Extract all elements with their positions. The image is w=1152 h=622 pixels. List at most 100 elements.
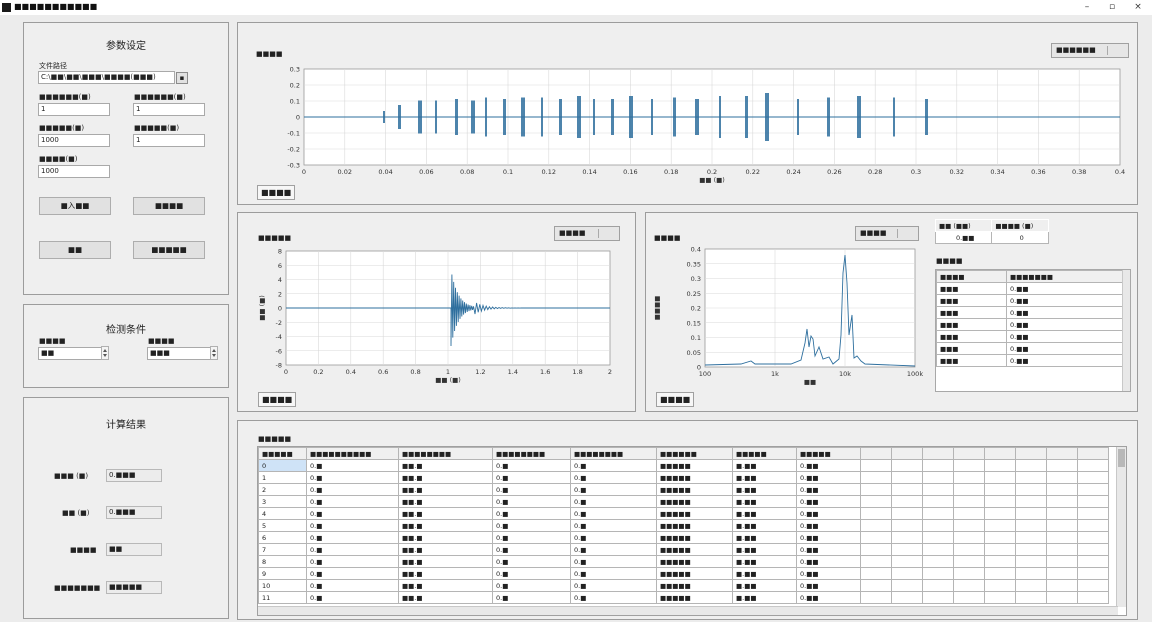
data-table-cell-empty: [922, 579, 954, 592]
data-table-cell: 0.■: [492, 519, 571, 532]
data-table-cell: 0.■: [492, 567, 571, 580]
detect-select-1[interactable]: ■■: [38, 347, 102, 360]
waveform-legend[interactable]: ■■■■■■: [1051, 43, 1129, 58]
detect-label-1: ■■■■: [39, 337, 66, 345]
f2-input[interactable]: 1: [133, 103, 205, 116]
export-button[interactable]: ■■■■■: [133, 241, 205, 259]
run-button[interactable]: ■■: [39, 241, 111, 259]
data-table-row[interactable]: 8 0.■ ■■.■ 0.■ 0.■ ■■■■■ ■.■■ 0.■■: [258, 555, 1109, 568]
peak-info-value-1[interactable]: 0.■■: [934, 231, 993, 244]
y-tick-label: 0.05: [687, 349, 701, 357]
peak-table-row[interactable]: ■■■ 0.■■: [936, 294, 1124, 307]
data-table-header[interactable]: ■■■■■■■■: [398, 447, 493, 460]
data-table-hscroll[interactable]: [258, 606, 1118, 615]
data-table-row[interactable]: 1 0.■ ■■.■ 0.■ 0.■ ■■■■■ ■.■■ 0.■■: [258, 471, 1109, 484]
data-table-cell-empty: [984, 507, 1016, 520]
segment-tab[interactable]: ■■■■: [258, 392, 297, 407]
minimize-button[interactable]: –: [1080, 1, 1094, 13]
data-table-row[interactable]: 9 0.■ ■■.■ 0.■ 0.■ ■■■■■ ■.■■ 0.■■: [258, 567, 1109, 580]
spectrum-legend[interactable]: ■■■■: [855, 226, 919, 241]
peak-table-row[interactable]: ■■■ 0.■■: [936, 330, 1124, 343]
data-table-header[interactable]: ■■■■■: [732, 447, 797, 460]
data-table-row[interactable]: 3 0.■ ■■.■ 0.■ 0.■ ■■■■■ ■.■■ 0.■■: [258, 495, 1109, 508]
close-button[interactable]: ×: [1131, 1, 1145, 13]
data-table-header[interactable]: ■■■■■■: [656, 447, 733, 460]
path-input[interactable]: C:\■■\■■\■■■\■■■■(■■■): [38, 71, 175, 84]
data-table-cell: 0.■■: [796, 495, 861, 508]
data-table-header[interactable]: ■■■■■: [258, 447, 307, 460]
data-table-row[interactable]: 4 0.■ ■■.■ 0.■ 0.■ ■■■■■ ■.■■ 0.■■: [258, 507, 1109, 520]
browse-button[interactable]: ▪: [176, 72, 188, 84]
data-table-row[interactable]: 2 0.■ ■■.■ 0.■ 0.■ ■■■■■ ■.■■ 0.■■: [258, 483, 1109, 496]
data-table-header[interactable]: ■■■■■■■■: [492, 447, 571, 460]
params-title: 参数设定: [106, 41, 146, 52]
data-table-cell-empty: [953, 567, 985, 580]
detect-spin-2[interactable]: [210, 346, 218, 360]
data-table-cell: 3: [258, 495, 307, 508]
data-table-row[interactable]: 7 0.■ ■■.■ 0.■ 0.■ ■■■■■ ■.■■ 0.■■: [258, 543, 1109, 556]
data-table-cell: ■■■■■: [656, 591, 733, 604]
data-table-header[interactable]: ■■■■■: [796, 447, 861, 460]
data-table-cell-empty: [860, 519, 892, 532]
f1-input[interactable]: 1: [38, 103, 110, 116]
detect-spin-1[interactable]: [101, 346, 109, 360]
peak-table-row[interactable]: ■■■ 0.■■: [936, 306, 1124, 319]
data-table-cell-empty: [891, 471, 923, 484]
peak-info-header-2: ■■■■ (■): [991, 219, 1049, 232]
data-table-cell: ■.■■: [732, 519, 797, 532]
data-table-cell: ■■.■: [398, 471, 493, 484]
data-table-cell: ■.■■: [732, 567, 797, 580]
data-table-cell: 5: [258, 519, 307, 532]
data-table-cell-empty: [1046, 507, 1078, 520]
data-table-row[interactable]: 6 0.■ ■■.■ 0.■ 0.■ ■■■■■ ■.■■ 0.■■: [258, 531, 1109, 544]
y-tick-label: 8: [278, 248, 282, 256]
data-table-header[interactable]: ■■■■■■■■: [570, 447, 657, 460]
data-table-cell-empty: [891, 579, 923, 592]
data-table-row[interactable]: 11 0.■ ■■.■ 0.■ 0.■ ■■■■■ ■.■■ 0.■■: [258, 591, 1109, 604]
signal-burst: [521, 97, 525, 137]
x-tick-label: 0.3: [911, 168, 921, 176]
peak-table: ■■■■ ■■■■■■■ ■■■ 0.■■ ■■■ 0.■■ ■■■ 0.■■ ■■■ 0.■■ ■…: [936, 270, 1124, 367]
segment-legend[interactable]: ■■■■: [554, 226, 620, 241]
waveform-title: ■■■■: [256, 50, 283, 58]
data-table-row[interactable]: 0 0.■ ■■.■ 0.■ 0.■ ■■■■■ ■.■■ 0.■■: [258, 459, 1109, 472]
detect-select-2[interactable]: ■■■: [147, 347, 211, 360]
peak-table-row[interactable]: ■■■ 0.■■: [936, 318, 1124, 331]
peak-table-cell: ■■■: [936, 282, 1007, 295]
data-table-row[interactable]: 10 0.■ ■■.■ 0.■ 0.■ ■■■■■ ■.■■ 0.■■: [258, 579, 1109, 592]
waveform-tab[interactable]: ■■■■: [257, 185, 296, 200]
data-table-frame: ■■■■■ ■■■■■■■■■■ ■■■■■■■■ ■■■■■■■■ ■■■■■■■■ ■…: [257, 446, 1127, 616]
signal-burst: [827, 97, 830, 137]
signal-burst: [745, 96, 748, 138]
f4-input[interactable]: 1: [133, 134, 205, 147]
peak-table-scrollbar[interactable]: [1122, 270, 1130, 391]
data-table-header-empty: [922, 447, 954, 460]
data-table-cell: 0.■: [306, 459, 399, 472]
restore-button[interactable]: ▫: [1105, 1, 1119, 13]
load-button[interactable]: ■入■■: [39, 197, 111, 215]
f5-input[interactable]: 1000: [38, 165, 110, 178]
x-tick-label: 0.38: [1072, 168, 1086, 176]
data-table-cell-empty: [1046, 531, 1078, 544]
data-table-cell-empty: [922, 507, 954, 520]
f3-input[interactable]: 1000: [38, 134, 110, 147]
data-table-cell: 0.■■: [796, 519, 861, 532]
data-table-cell: 0.■: [570, 531, 657, 544]
spectrum-tab[interactable]: ■■■■: [656, 392, 695, 407]
data-table-cell-empty: [953, 495, 985, 508]
x-tick-label: 0.4: [1115, 168, 1125, 176]
data-table-vscroll-thumb[interactable]: [1118, 449, 1125, 467]
data-table-header[interactable]: ■■■■■■■■■■: [306, 447, 399, 460]
data-table-row[interactable]: 5 0.■ ■■.■ 0.■ 0.■ ■■■■■ ■.■■ 0.■■: [258, 519, 1109, 532]
data-table-cell: 0.■: [570, 495, 657, 508]
analyze-button[interactable]: ■■■■: [133, 197, 205, 215]
peak-table-row[interactable]: ■■■ 0.■■: [936, 354, 1124, 367]
x-tick-label: 0.6: [378, 368, 388, 376]
peak-info-value-2[interactable]: 0: [991, 231, 1049, 244]
peak-table-row[interactable]: ■■■ 0.■■: [936, 282, 1124, 295]
data-table-cell-empty: [1046, 471, 1078, 484]
peak-table-row[interactable]: ■■■ 0.■■: [936, 342, 1124, 355]
x-tick-label: 1k: [771, 370, 779, 378]
data-table-vscroll[interactable]: [1116, 447, 1126, 607]
peak-table-header: ■■■■■■■: [1006, 270, 1124, 283]
